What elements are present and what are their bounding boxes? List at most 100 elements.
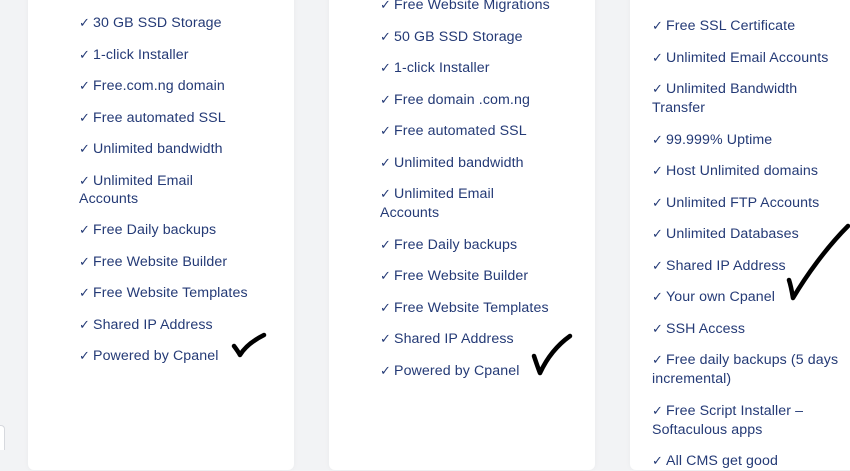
feature-label: Free Website Templates (93, 285, 248, 301)
feature-item: ✓ Free Website Migrations (380, 0, 550, 15)
feature-item: ✓ Unlimited Email (79, 172, 193, 191)
checkmark-icon: ✓ (79, 223, 90, 238)
feature-label: Softaculous apps (652, 421, 763, 438)
checkmark-icon: ✓ (380, 155, 391, 171)
feature-item: ✓ Host Unlimited domains (652, 162, 818, 181)
feature-label: 1-click Installer (93, 46, 189, 63)
feature-item: ✓ Your own Cpanel (652, 288, 775, 307)
feature-label: 99.999% Uptime (666, 131, 773, 148)
checkmark-icon: ✓ (380, 237, 391, 253)
checkmark-icon: ✓ (79, 254, 90, 270)
checkmark-icon: ✓ (380, 332, 391, 347)
feature-item: ✓ Free.com.ng domain (79, 77, 225, 96)
checkmark-icon: ✓ (79, 110, 90, 126)
checkmark-icon: ✓ (652, 164, 663, 179)
checkmark-icon: ✓ (380, 300, 391, 316)
checkmark-icon: ✓ (652, 50, 663, 66)
feature-label: Free daily backups (5 days (666, 352, 839, 368)
feature-label: 1-click Installer (394, 60, 490, 76)
feature-item: ✓ Free automated SSL (380, 122, 527, 141)
checkmark-icon: ✓ (79, 16, 90, 31)
feature-item: ✓ Shared IP Address (652, 257, 786, 276)
feature-item: ✓ Free automated SSL (79, 109, 226, 128)
checkmark-icon: ✓ (79, 47, 90, 63)
checkmark-icon: ✓ (652, 19, 663, 34)
checkmark-icon: ✓ (652, 321, 663, 337)
checkmark-icon: ✓ (652, 454, 663, 469)
scroll-edge-tab (0, 425, 5, 450)
feature-label: Free SSL Certificate (666, 18, 796, 34)
feature-item: ✓ Shared IP Address (79, 316, 213, 335)
checkmark-icon: ✓ (380, 363, 391, 379)
checkmark-icon: ✓ (380, 124, 391, 139)
feature-item: ✓ Powered by Cpanel (380, 362, 520, 381)
feature-item: ✓ Free Website Templates (79, 284, 248, 303)
feature-item: incremental) (652, 370, 731, 389)
checkmark-icon: ✓ (79, 317, 90, 333)
checkmark-icon: ✓ (652, 227, 663, 242)
feature-item: Accounts (79, 190, 138, 209)
feature-item: Transfer (652, 99, 705, 118)
feature-item: ✓ Free Website Builder (79, 253, 227, 272)
checkmark-icon: ✓ (380, 92, 391, 108)
feature-item: ✓ SSH Access (652, 320, 745, 339)
feature-item: ✓ Free Website Builder (380, 267, 528, 286)
feature-label: Powered by Cpanel (394, 362, 520, 379)
feature-item: ✓ 1-click Installer (380, 59, 490, 78)
feature-label: 30 GB SSD Storage (93, 15, 222, 31)
feature-label: Powered by Cpanel (93, 348, 219, 364)
feature-label: Unlimited bandwidth (93, 141, 223, 157)
feature-label: Unlimited FTP Accounts (666, 194, 820, 211)
feature-label: incremental) (652, 371, 732, 387)
feature-label: Accounts (79, 190, 139, 207)
feature-item: ✓ Free domain .com.ng (380, 91, 530, 110)
checkmark-icon: ✓ (652, 403, 663, 419)
feature-item: ✓ Free Daily backups (79, 221, 216, 240)
feature-label: Free domain .com.ng (394, 91, 530, 108)
feature-item: ✓ Powered by Cpanel (79, 347, 219, 366)
checkmark-icon: ✓ (380, 187, 391, 202)
checkmark-icon: ✓ (380, 29, 391, 45)
feature-label: SSH Access (666, 320, 746, 337)
checkmark-icon: ✓ (79, 142, 90, 157)
feature-item: ✓ Free Website Templates (380, 299, 549, 318)
feature-label: Free automated SSL (394, 123, 527, 139)
checkmark-icon: ✓ (380, 61, 391, 76)
checkmark-icon: ✓ (652, 290, 663, 305)
feature-item: ✓ Unlimited bandwidth (380, 154, 524, 173)
feature-label: Free Website Migrations (394, 0, 550, 13)
feature-item: ✓ Unlimited Email (380, 185, 494, 204)
feature-item: ✓ 30 GB SSD Storage (79, 14, 222, 33)
feature-label: Unlimited Bandwidth (666, 81, 798, 97)
feature-label: Unlimited Email (93, 172, 194, 189)
handwritten-check-icon (231, 332, 267, 358)
feature-label: Free Website Builder (93, 253, 228, 270)
feature-label: Transfer (652, 100, 706, 116)
feature-item: ✓ Free Daily backups (380, 236, 517, 255)
feature-label: Shared IP Address (394, 331, 514, 347)
feature-item: ✓ Free SSL Certificate (652, 17, 795, 36)
feature-label: Unlimited Databases (666, 226, 799, 242)
feature-item: ✓ Unlimited Databases (652, 225, 799, 244)
plan-card-2: ✓ Free Website Migrations ✓ 50 GB SSD Stora… (329, 0, 595, 470)
checkmark-icon: ✓ (380, 0, 391, 13)
feature-label: Accounts (380, 205, 440, 221)
handwritten-check-icon (786, 223, 850, 301)
feature-label: Free Website Templates (394, 299, 549, 316)
checkmark-icon: ✓ (652, 195, 663, 211)
checkmark-icon: ✓ (652, 82, 663, 97)
feature-item: Softaculous apps (652, 421, 762, 440)
feature-label: Free Script Installer – (666, 402, 804, 419)
feature-item: ✓ Shared IP Address (380, 330, 514, 349)
feature-item: ✓ Unlimited Email Accounts (652, 49, 828, 68)
checkmark-icon: ✓ (652, 353, 663, 368)
feature-label: Host Unlimited domains (666, 163, 819, 179)
checkmark-icon: ✓ (79, 173, 90, 189)
feature-item: ✓ Free daily backups (5 days (652, 351, 838, 370)
checkmark-icon: ✓ (79, 349, 90, 364)
checkmark-icon: ✓ (79, 79, 90, 94)
feature-item: ✓ Free Script Installer – (652, 402, 803, 421)
feature-label: Free Website Builder (394, 268, 529, 284)
feature-item: ✓ 50 GB SSD Storage (380, 28, 523, 47)
feature-label: Unlimited bandwidth (394, 154, 524, 171)
